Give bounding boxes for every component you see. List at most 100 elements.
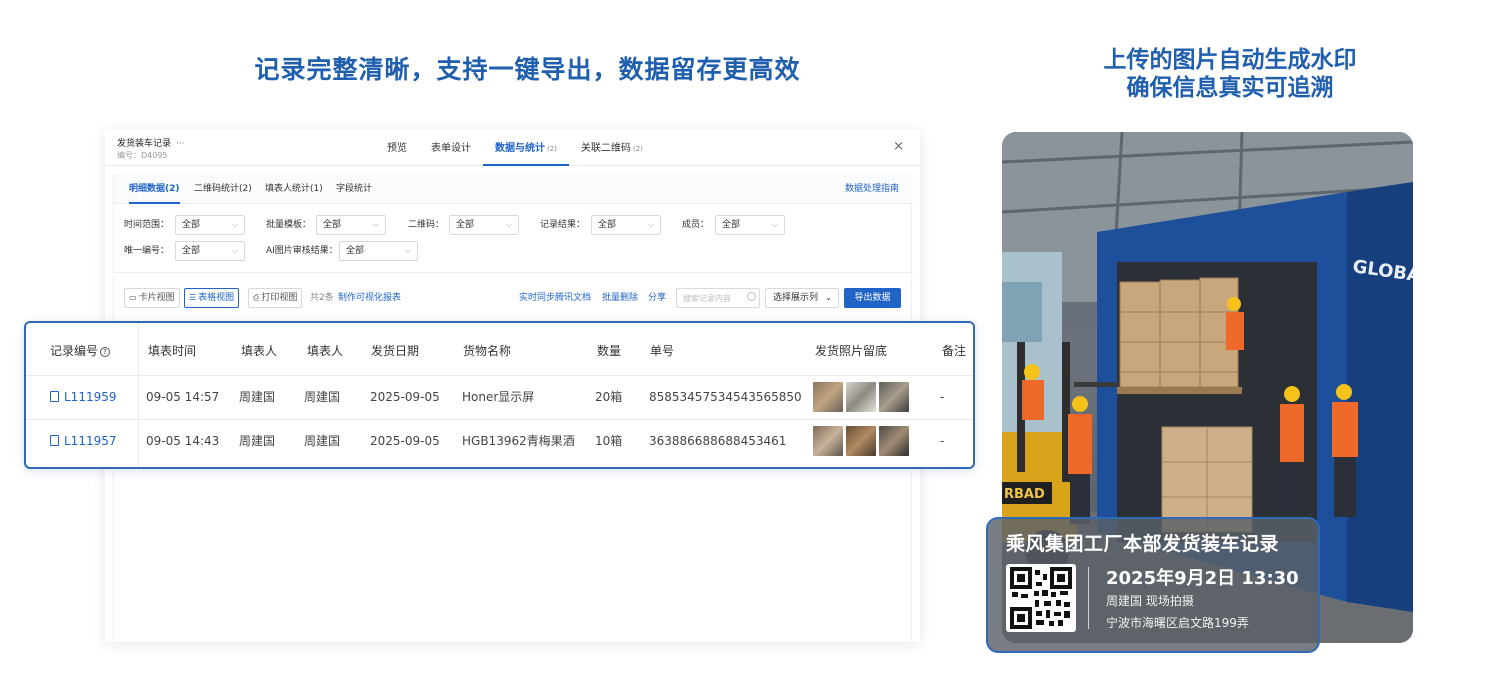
watermark-person: 周建国 现场拍摄: [1106, 594, 1194, 608]
chevron-down-icon: ⌵: [404, 246, 411, 255]
form-name: 发货装车记录 ···: [117, 139, 185, 149]
subtab-field-stats[interactable]: 字段统计: [336, 174, 372, 204]
cell-quantity: 10箱: [595, 434, 623, 448]
cell-fill-time: 09-05 14:57: [146, 390, 220, 404]
card-icon: ▭: [129, 293, 137, 302]
share-link[interactable]: 分享: [648, 288, 666, 308]
filter-ai-review-select[interactable]: 全部 ⌵: [339, 241, 418, 261]
filter-label-unique-id: 唯一编号：: [124, 246, 170, 256]
sub-tabs: 明细数据(2) 二维码统计(2) 填表人统计(1) 字段统计 数据处理指南: [114, 174, 913, 204]
photo-thumbnail[interactable]: [879, 426, 909, 456]
printer-icon: ⎙: [253, 293, 260, 302]
photo-watermark: 乘风集团工厂本部发货装车记录 2025年9月2日 13:30 周建国 现场拍摄 …: [986, 517, 1320, 653]
filter-label-time: 时间范围：: [124, 220, 170, 230]
th-photos: 发货照片留底: [815, 344, 888, 358]
cell-remarks: -: [940, 390, 945, 404]
choose-columns-select[interactable]: 选择展示列 ⌄: [765, 288, 839, 308]
headline-right-line-1: 上传的图片自动生成水印: [1103, 47, 1357, 73]
photo-thumbnail[interactable]: [846, 426, 876, 456]
th-goods-name: 货物名称: [463, 344, 512, 358]
batch-delete-link[interactable]: 批量删除: [602, 288, 638, 308]
chevron-down-icon: ⌵: [231, 220, 238, 229]
main-tabs: 预览 表单设计 数据与统计 (2) 关联二维码 (2): [375, 130, 655, 166]
record-count: 共2条: [310, 293, 334, 303]
photo-thumbnail[interactable]: [813, 382, 843, 412]
subtab-detail-data[interactable]: 明细数据(2): [129, 174, 180, 204]
th-order-no: 单号: [650, 344, 675, 358]
th-remarks: 备注: [942, 344, 967, 358]
th-filler: 填表人: [241, 344, 278, 358]
filter-qrcode-select[interactable]: 全部 ⌵: [449, 215, 519, 235]
subtab-qrcode-stats[interactable]: 二维码统计(2): [194, 174, 252, 204]
column-divider: [138, 323, 139, 467]
record-id-link[interactable]: L111959: [50, 375, 117, 419]
filter-time-select[interactable]: 全部 ⌵: [175, 215, 245, 235]
document-icon: [50, 391, 59, 402]
cell-filler-2: 周建国: [304, 434, 341, 448]
th-record-id: 记录编号?: [50, 323, 111, 375]
list-icon: ☰: [189, 293, 197, 302]
record-id-link[interactable]: L111957: [50, 419, 117, 463]
filter-member-select[interactable]: 全部 ⌵: [715, 215, 785, 235]
subtab-filler-stats[interactable]: 填表人统计(1): [265, 174, 323, 204]
th-quantity: 数量: [597, 344, 622, 358]
photo-thumbnail[interactable]: [879, 382, 909, 412]
card-view-button[interactable]: ▭ 卡片视图: [124, 288, 180, 308]
th-fill-time: 填表时间: [148, 344, 197, 358]
cell-goods-name: HGB13962青梅果酒: [462, 434, 575, 448]
chevron-down-icon: ⌵: [647, 220, 654, 229]
filter-result-select[interactable]: 全部 ⌵: [591, 215, 661, 235]
headline-left: 记录完整清晰，支持一键导出，数据留存更高效: [254, 55, 801, 84]
app-header: 发货装车记录 ··· 编号：D4095 预览 表单设计 数据与统计 (2) 关联二维…: [105, 130, 920, 166]
cell-ship-date: 2025-09-05: [370, 434, 440, 448]
print-view-button[interactable]: ⎙ 打印视图: [248, 288, 303, 308]
records-table: 记录编号? 填表时间 填表人 填表人 发货日期 货物名称 数量 单号 发货照片留…: [24, 321, 975, 469]
filter-label-batch: 批量模板：: [266, 220, 312, 230]
filter-label-qrcode: 二维码：: [408, 220, 445, 230]
export-data-button[interactable]: 导出数据: [844, 288, 901, 308]
filter-label-member: 成员：: [682, 220, 710, 230]
cell-remarks: -: [940, 434, 945, 448]
table-view-button[interactable]: ☰ 表格视图: [184, 288, 240, 308]
chevron-down-icon: ⌵: [372, 220, 379, 229]
make-report-link[interactable]: 制作可视化报表: [338, 288, 401, 308]
qrcode-icon: [1006, 564, 1076, 632]
cell-order-no: 363886688688453461: [649, 434, 787, 448]
th-ship-date: 发货日期: [371, 344, 420, 358]
chevron-down-icon: ⌵: [771, 220, 778, 229]
cell-fill-time: 09-05 14:43: [146, 434, 220, 448]
document-icon: [50, 435, 59, 446]
headline-right-line-2: 确保信息真实可追溯: [1126, 75, 1334, 101]
tab-data-stats[interactable]: 数据与统计 (2): [483, 130, 569, 166]
forklift-label-text: RBAD: [1004, 487, 1045, 502]
cell-filler: 周建国: [239, 434, 276, 448]
filter-batch-select[interactable]: 全部 ⌵: [316, 215, 386, 235]
sync-doc-link[interactable]: 实时同步腾讯文档: [519, 288, 591, 308]
filter-unique-id-select[interactable]: 全部 ⌵: [175, 241, 245, 261]
tab-preview[interactable]: 预览: [375, 130, 419, 166]
divider: [114, 272, 913, 273]
photo-thumbnail[interactable]: [846, 382, 876, 412]
cell-quantity: 20箱: [595, 390, 623, 404]
headline-right: 上传的图片自动生成水印 确保信息真实可追溯: [1040, 46, 1420, 102]
chevron-down-icon: ⌄: [825, 293, 832, 302]
cell-filler: 周建国: [239, 390, 276, 404]
filter-label-result: 记录结果：: [540, 220, 586, 230]
watermark-address: 宁波市海曙区启文路199弄: [1106, 616, 1249, 630]
cell-ship-date: 2025-09-05: [370, 390, 440, 404]
cell-order-no: 85853457534543565850: [649, 390, 802, 404]
cell-filler-2: 周建国: [304, 390, 341, 404]
watermark-datetime: 2025年9月2日 13:30: [1106, 568, 1299, 589]
search-icon[interactable]: [747, 292, 756, 301]
more-icon[interactable]: ···: [176, 139, 185, 149]
tab-linked-qrcodes[interactable]: 关联二维码 (2): [569, 130, 655, 166]
data-guide-link[interactable]: 数据处理指南: [845, 174, 899, 204]
close-icon[interactable]: ×: [893, 139, 904, 154]
tab-form-design[interactable]: 表单设计: [419, 130, 483, 166]
filter-label-ai-review: AI图片审核结果：: [266, 246, 338, 256]
watermark-title: 乘风集团工厂本部发货装车记录: [1006, 533, 1280, 555]
watermark-separator: [1088, 567, 1089, 629]
photo-thumbnail[interactable]: [813, 426, 843, 456]
chevron-down-icon: ⌵: [505, 220, 512, 229]
help-icon[interactable]: ?: [100, 347, 111, 357]
